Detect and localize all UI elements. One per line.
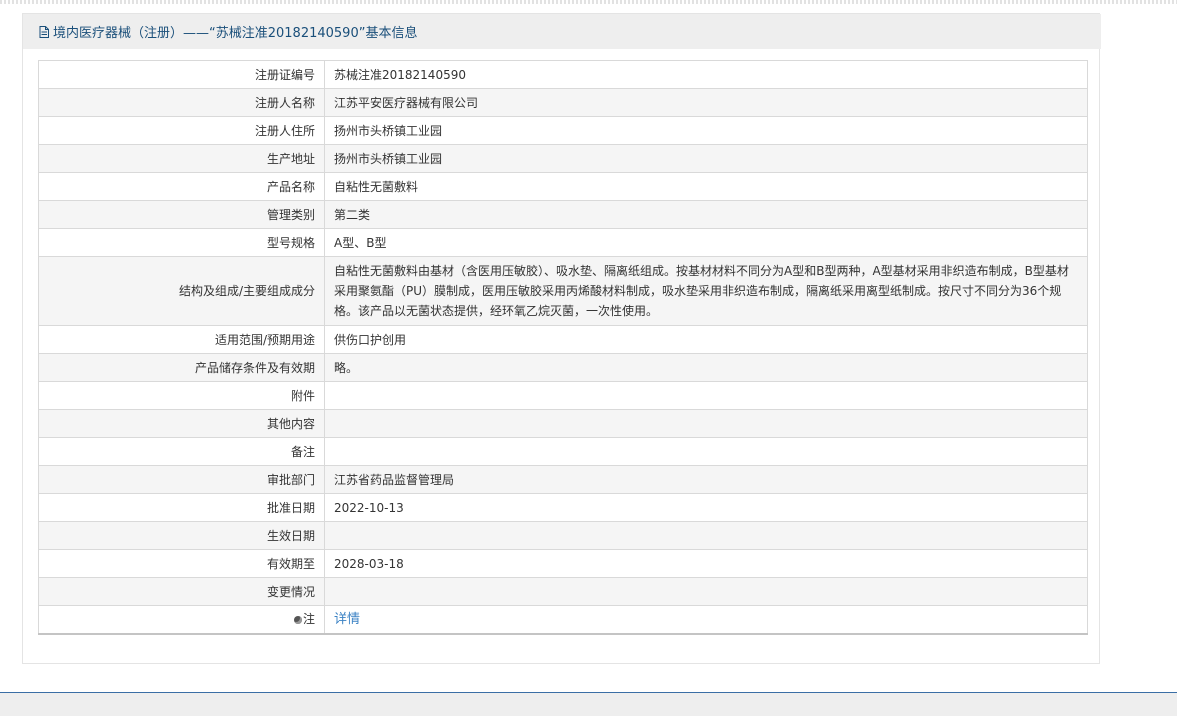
table-row: 备注 xyxy=(38,437,1088,466)
row-label: 批准日期 xyxy=(38,493,325,522)
top-dotted-border xyxy=(0,0,1177,4)
row-label: 备注 xyxy=(38,437,325,466)
panel-header: 境内医疗器械（注册）——“苏械注准20182140590”基本信息 xyxy=(23,14,1101,49)
table-row: 有效期至 2028-03-18 xyxy=(38,549,1088,578)
document-icon xyxy=(38,25,50,38)
row-label: 其他内容 xyxy=(38,409,325,438)
table-row: 产品储存条件及有效期 略。 xyxy=(38,353,1088,382)
row-label: 生效日期 xyxy=(38,521,325,550)
row-label: 注册人住所 xyxy=(38,116,325,145)
table-row: 批准日期 2022-10-13 xyxy=(38,493,1088,522)
row-value: A型、B型 xyxy=(324,228,1088,257)
row-value: 第二类 xyxy=(324,200,1088,229)
row-value: 扬州市头桥镇工业园 xyxy=(324,116,1088,145)
table-row: 审批部门 江苏省药品监督管理局 xyxy=(38,465,1088,494)
row-value xyxy=(324,437,1088,466)
table-row: 管理类别 第二类 xyxy=(38,200,1088,229)
row-label: 附件 xyxy=(38,381,325,410)
row-value: 江苏省药品监督管理局 xyxy=(324,465,1088,494)
row-label: 结构及组成/主要组成成分 xyxy=(38,256,325,326)
table-row: 注册人名称 江苏平安医疗器械有限公司 xyxy=(38,88,1088,117)
row-value: 2022-10-13 xyxy=(324,493,1088,522)
registration-info-table: 注册证编号 苏械注准20182140590 注册人名称 江苏平安医疗器械有限公司… xyxy=(38,60,1088,635)
row-value: 2028-03-18 xyxy=(324,549,1088,578)
row-value xyxy=(324,381,1088,410)
row-value xyxy=(324,577,1088,606)
row-label: 适用范围/预期用途 xyxy=(38,325,325,354)
footer-divider xyxy=(0,692,1177,716)
row-value: 自粘性无菌敷料由基材（含医用压敏胶）、吸水垫、隔离纸组成。按基材材料不同分为A型… xyxy=(324,256,1088,326)
details-link[interactable]: 详情 xyxy=(334,612,360,627)
table-row: 生产地址 扬州市头桥镇工业园 xyxy=(38,144,1088,173)
note-row-label: 注 xyxy=(38,605,325,634)
registration-info-panel: 境内医疗器械（注册）——“苏械注准20182140590”基本信息 注册证编号 … xyxy=(22,13,1101,664)
table-row: 注册证编号 苏械注准20182140590 xyxy=(38,60,1088,89)
table-row: 注册人住所 扬州市头桥镇工业园 xyxy=(38,116,1088,145)
row-label: 管理类别 xyxy=(38,200,325,229)
table-row: 注 详情 xyxy=(38,605,1088,634)
table-row: 适用范围/预期用途 供伤口护创用 xyxy=(38,325,1088,354)
row-value xyxy=(324,409,1088,438)
row-value xyxy=(324,521,1088,550)
table-row: 其他内容 xyxy=(38,409,1088,438)
row-value: 供伤口护创用 xyxy=(324,325,1088,354)
row-label: 型号规格 xyxy=(38,228,325,257)
row-value: 详情 xyxy=(324,605,1088,634)
note-label: 注 xyxy=(302,612,315,627)
row-label: 产品名称 xyxy=(38,172,325,201)
row-value: 扬州市头桥镇工业园 xyxy=(324,144,1088,173)
row-label: 有效期至 xyxy=(38,549,325,578)
table-row: 型号规格 A型、B型 xyxy=(38,228,1088,257)
table-row: 产品名称 自粘性无菌敷料 xyxy=(38,172,1088,201)
row-label: 生产地址 xyxy=(38,144,325,173)
page-title: 境内医疗器械（注册）——“苏械注准20182140590”基本信息 xyxy=(53,26,418,41)
table-row: 附件 xyxy=(38,381,1088,410)
row-value: 自粘性无菌敷料 xyxy=(324,172,1088,201)
row-value: 苏械注准20182140590 xyxy=(324,60,1088,89)
row-label: 审批部门 xyxy=(38,465,325,494)
row-label: 注册人名称 xyxy=(38,88,325,117)
row-value: 江苏平安医疗器械有限公司 xyxy=(324,88,1088,117)
row-label: 产品储存条件及有效期 xyxy=(38,353,325,382)
row-label: 注册证编号 xyxy=(38,60,325,89)
row-label: 变更情况 xyxy=(38,577,325,606)
row-value: 略。 xyxy=(324,353,1088,382)
table-row: 结构及组成/主要组成成分 自粘性无菌敷料由基材（含医用压敏胶）、吸水垫、隔离纸组… xyxy=(38,256,1088,326)
note-pin-icon xyxy=(293,616,302,625)
table-row: 生效日期 xyxy=(38,521,1088,550)
table-row: 变更情况 xyxy=(38,577,1088,606)
